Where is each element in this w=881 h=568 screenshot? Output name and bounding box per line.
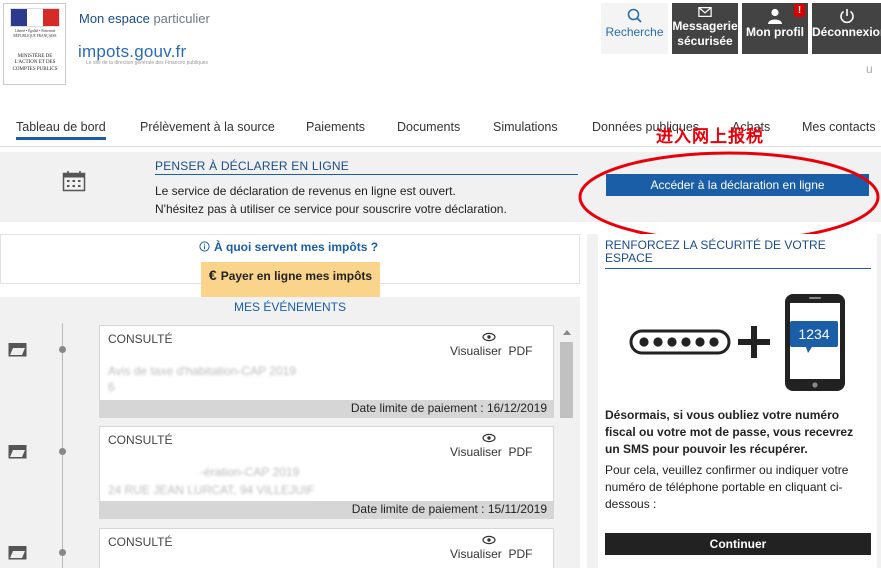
access-declaration-button[interactable]: Accéder à la déclaration en ligne xyxy=(606,174,869,196)
event-status: CONSULTÉ xyxy=(108,535,173,549)
view-pdf-link[interactable]: Visualiser PDF xyxy=(450,547,532,561)
profile-button-label: Mon profil xyxy=(746,25,804,39)
pay-online-label: Payer en ligne mes impôts xyxy=(220,269,373,283)
event-deadline: Date limite de paiement : 16/12/2019 xyxy=(100,400,553,417)
timeline-line xyxy=(62,323,63,568)
messaging-button[interactable]: Messagerie sécurisée xyxy=(672,3,738,54)
event-deadline: Date limite de paiement : 15/11/2019 xyxy=(100,501,553,518)
messaging-label-2: sécurisée xyxy=(677,34,733,48)
background-ghost-text: u xyxy=(866,62,873,76)
annotation-label: 进入网上报税 xyxy=(656,127,764,146)
profile-button[interactable]: ! Mon profil xyxy=(742,3,808,54)
scrollbar-thumb[interactable] xyxy=(560,342,573,418)
calendar-icon xyxy=(62,171,86,192)
taxes-purpose-label: À quoi servent mes impôts ? xyxy=(214,240,379,254)
timeline-dot xyxy=(59,549,66,556)
notification-badge: ! xyxy=(794,4,805,17)
pdf-label: PDF xyxy=(508,547,533,561)
timeline-dot xyxy=(59,448,66,455)
logo-ministry: MINISTÈRE DE L'ACTION ET DES COMPTES PUB… xyxy=(12,54,58,72)
nav-tab-dashboard[interactable]: Tableau de bord xyxy=(16,120,106,140)
nav-tab-simulations[interactable]: Simulations xyxy=(493,120,558,134)
brand-subtitle: Le site de la direction générale des Fin… xyxy=(86,60,209,66)
euro-icon: € xyxy=(208,267,217,283)
envelope-icon xyxy=(698,7,712,17)
pdf-label: PDF xyxy=(508,445,533,459)
event-card[interactable]: CONSULTÉ Visualiser PDF Avis de taxe d'h… xyxy=(99,325,554,418)
declaration-text-2: N'hésitez pas à utiliser ce service pour… xyxy=(155,202,507,216)
sms-code: 1234 xyxy=(798,326,829,342)
view-label: Visualiser xyxy=(450,547,502,561)
info-icon xyxy=(199,241,210,252)
power-icon xyxy=(839,9,854,24)
event-blurred-text: -ération-CAP 2019 xyxy=(200,465,300,479)
event-blurred-text: 6 xyxy=(108,380,115,394)
event-blurred-text: Avis de taxe d'habitation-CAP 2019 xyxy=(108,364,296,378)
nav-tab-withholding[interactable]: Prélèvement à la source xyxy=(140,120,275,134)
eye-icon xyxy=(482,332,496,342)
nav-tab-contacts[interactable]: Mes contacts xyxy=(802,120,876,134)
search-icon xyxy=(627,8,642,23)
events-title: MES ÉVÉNEMENTS xyxy=(233,300,347,314)
messaging-label-1: Messagerie xyxy=(672,19,738,33)
site-title: Mon espace particulier xyxy=(79,11,210,26)
event-status: CONSULTÉ xyxy=(108,332,173,346)
logo-motto: Liberté • Égalité • Fraternité RÉPUBLIQU… xyxy=(13,29,57,38)
eye-icon xyxy=(482,433,496,443)
search-button[interactable]: Recherche xyxy=(601,3,668,54)
security-title-rule xyxy=(605,268,871,269)
declaration-title: PENSER À DÉCLARER EN LIGNE xyxy=(155,159,349,173)
view-label: Visualiser xyxy=(450,445,502,459)
search-button-label: Recherche xyxy=(605,25,664,39)
view-pdf-link[interactable]: Visualiser PDF xyxy=(450,344,532,358)
event-card[interactable]: CONSULTÉ Visualiser PDF -ération-CAP 201… xyxy=(99,426,554,519)
event-card[interactable]: CONSULTÉ Visualiser PDF xyxy=(99,528,554,568)
security-instructions: Pour cela, veuillez confirmer ou indique… xyxy=(605,463,849,511)
pay-online-button[interactable]: € Payer en ligne mes impôts xyxy=(201,262,380,297)
nav-tab-documents[interactable]: Documents xyxy=(397,120,460,134)
security-card xyxy=(598,234,877,568)
event-status: CONSULTÉ xyxy=(108,433,173,447)
folder-open-icon xyxy=(8,343,27,357)
declaration-banner: PENSER À DÉCLARER EN LIGNE Le service de… xyxy=(0,152,881,222)
security-bold-text: Désormais, si vous oubliez votre numéro … xyxy=(605,408,854,456)
marianne-logo[interactable]: Liberté • Égalité • Fraternité RÉPUBLIQU… xyxy=(3,3,66,85)
nav-tab-payments[interactable]: Paiements xyxy=(306,120,365,134)
site-title-sub: particulier xyxy=(153,11,210,26)
continue-button[interactable]: Continuer xyxy=(605,533,871,555)
event-blurred-text: 24 RUE JEAN LURCAT, 94 VILLEJUIF xyxy=(108,483,315,497)
disconnect-button-label: Déconnexion xyxy=(812,25,881,39)
french-flag-icon xyxy=(10,8,60,27)
site-title-main: Mon espace xyxy=(79,11,150,26)
declaration-title-rule xyxy=(155,174,578,175)
user-icon xyxy=(768,8,782,24)
security-title: RENFORCEZ LA SÉCURITÉ DE VOTRE ESPACE xyxy=(605,238,826,265)
view-label: Visualiser xyxy=(450,344,502,358)
declaration-text-1: Le service de déclaration de revenus en … xyxy=(155,184,456,198)
timeline-dot xyxy=(59,346,66,353)
view-pdf-link[interactable]: Visualiser PDF xyxy=(450,445,532,459)
brand-name[interactable]: impots.gouv.fr xyxy=(78,42,186,62)
disconnect-button[interactable]: Déconnexion xyxy=(812,3,881,54)
folder-open-icon xyxy=(8,445,27,459)
taxes-purpose-link[interactable]: À quoi servent mes impôts ? xyxy=(199,240,378,254)
folder-open-icon xyxy=(8,546,27,560)
pdf-label: PDF xyxy=(508,344,533,358)
password-sms-illustration: 1234 xyxy=(629,294,845,391)
scroll-up-arrow-icon[interactable] xyxy=(563,330,571,335)
eye-icon xyxy=(482,535,496,545)
